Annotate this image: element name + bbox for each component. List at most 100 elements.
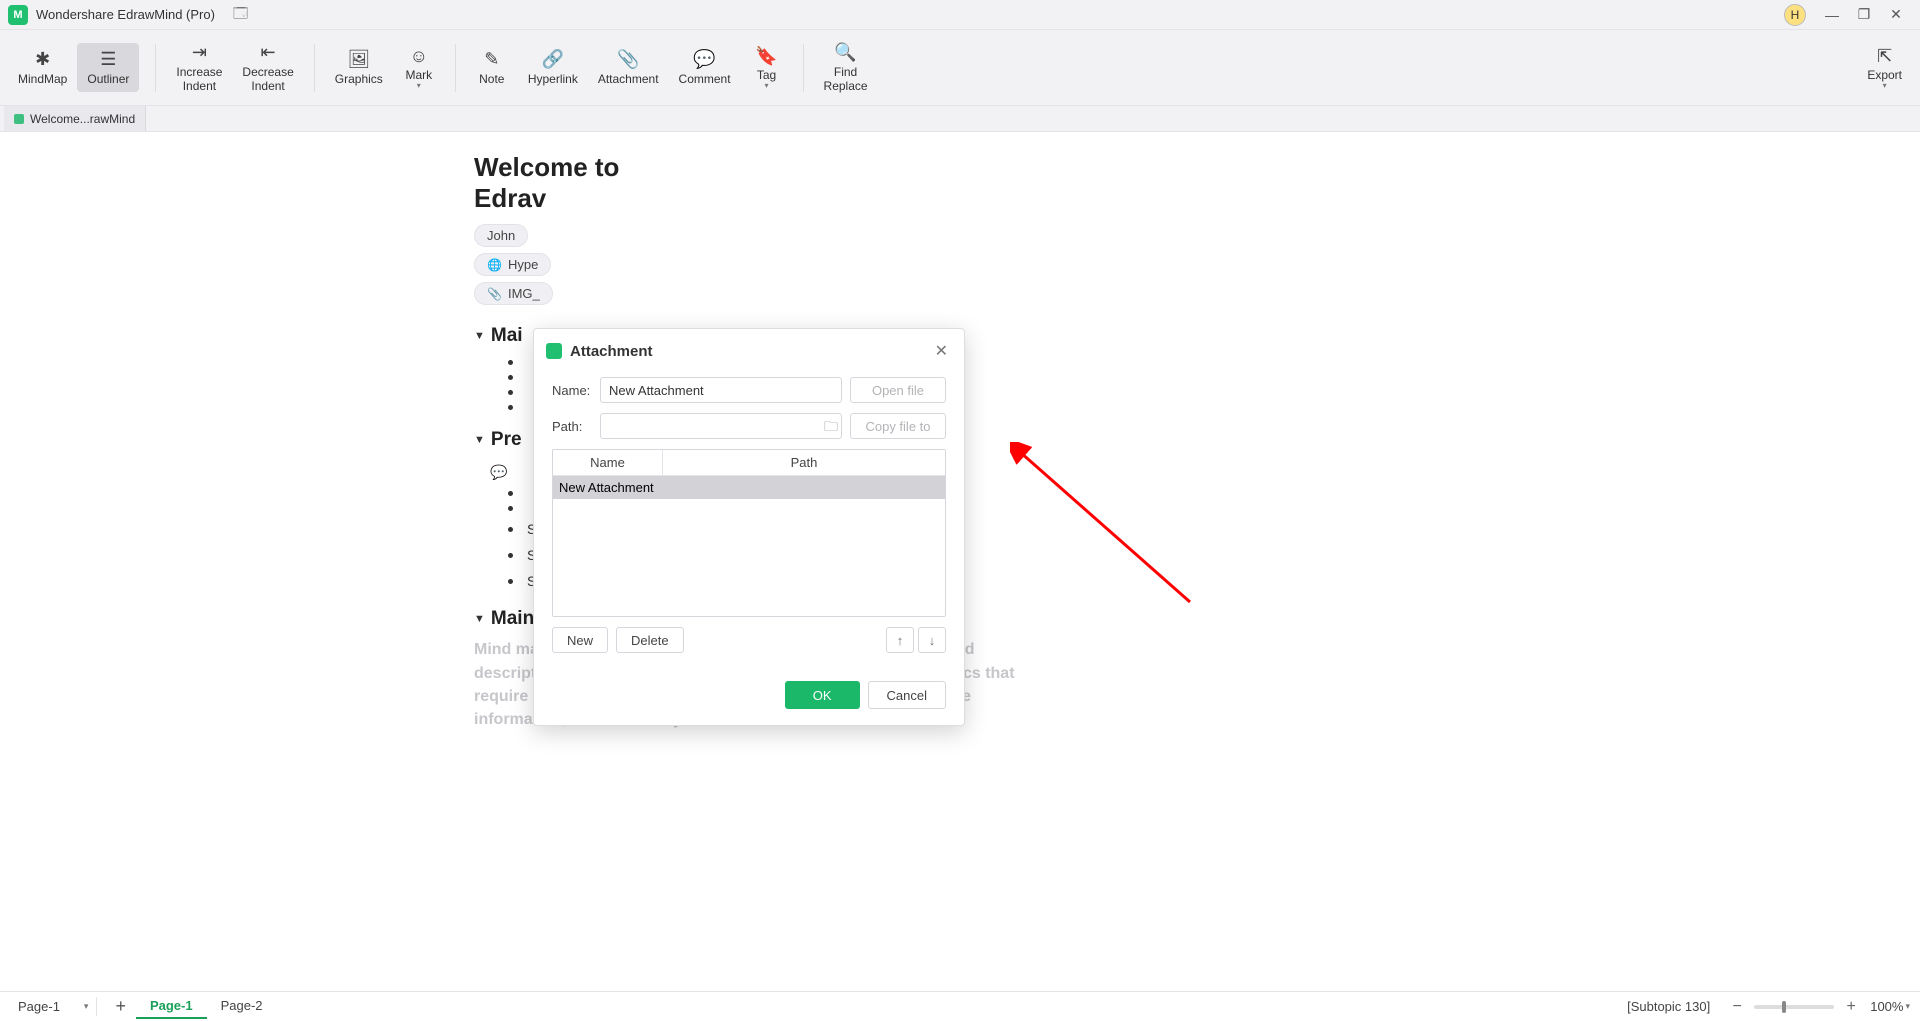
hyperlink-button[interactable]: 🔗 Hyperlink — [518, 43, 588, 93]
zoom-in-button[interactable]: + — [1840, 998, 1862, 1016]
table-row[interactable]: New Attachment — [553, 476, 945, 499]
note-label: Note — [479, 73, 504, 87]
separator — [803, 44, 804, 92]
mindmap-view-button[interactable]: ✱ MindMap — [8, 43, 77, 93]
add-page-button[interactable]: + — [105, 996, 136, 1017]
dialog-footer: OK Cancel — [534, 667, 964, 725]
comment-sub-icon: 💬 — [490, 464, 507, 481]
document-tab[interactable]: Welcome...rawMind — [4, 106, 146, 131]
dialog-titlebar: Attachment ✕ — [534, 329, 964, 373]
move-up-button[interactable]: ↑ — [886, 627, 914, 653]
zoom-out-button[interactable]: − — [1726, 998, 1748, 1016]
document-icon — [14, 114, 24, 124]
user-avatar[interactable]: H — [1784, 4, 1806, 26]
graphics-icon: 🖼 — [347, 49, 370, 71]
dialog-close-button[interactable]: ✕ — [931, 339, 952, 363]
find-replace-button[interactable]: 🔍 Find Replace — [814, 36, 878, 100]
path-row: Path: 🗀 Copy file to — [552, 413, 946, 439]
outliner-view-button[interactable]: ☰ Outliner — [77, 43, 139, 93]
comment-button[interactable]: 💬 Comment — [669, 43, 741, 93]
zoom-percent[interactable]: 100% — [1870, 999, 1903, 1014]
export-button[interactable]: ⇱ Export ▾ — [1857, 39, 1912, 96]
chip-author[interactable]: John — [474, 224, 528, 247]
chevron-down-icon[interactable]: ▾ — [1905, 1001, 1910, 1012]
statusbar: Page-1 ▾ + Page-1 Page-2 [Subtopic 130] … — [0, 991, 1920, 1021]
move-down-button[interactable]: ↓ — [918, 627, 946, 653]
document-tab-label: Welcome...rawMind — [30, 112, 135, 126]
find-replace-label: Find Replace — [824, 66, 868, 94]
chevron-down-icon: ▾ — [765, 81, 769, 90]
globe-icon: 🌐 — [487, 258, 502, 272]
chevron-down-icon: ▾ — [417, 81, 421, 90]
mark-icon: ☺ — [410, 45, 428, 67]
attachment-icon: 📎 — [617, 49, 639, 71]
cell-path — [663, 476, 945, 499]
status-subtopic: [Subtopic 130] — [1627, 999, 1710, 1014]
table-header: Name Path — [553, 450, 945, 476]
canvas[interactable]: Welcome to Edrav John 🌐Hype 📎IMG_ ▼Mai ▼… — [0, 132, 1920, 991]
chevron-down-icon: ▾ — [1883, 81, 1887, 90]
chip-attachment[interactable]: 📎IMG_ — [474, 282, 553, 305]
paperclip-icon: 📎 — [487, 287, 502, 301]
mark-button[interactable]: ☺ Mark ▾ — [393, 39, 445, 96]
hyperlink-label: Hyperlink — [528, 73, 578, 87]
attachment-button[interactable]: 📎 Attachment — [588, 43, 669, 93]
column-path-header[interactable]: Path — [663, 450, 945, 475]
name-input[interactable] — [600, 377, 842, 403]
export-icon: ⇱ — [1877, 45, 1892, 67]
page-tab-1[interactable]: Page-1 — [136, 994, 207, 1019]
hyperlink-icon: 🔗 — [542, 49, 564, 71]
page-tab-2[interactable]: Page-2 — [207, 994, 277, 1019]
chevron-down-icon: ▾ — [84, 1001, 89, 1012]
comment-label: Comment — [679, 73, 731, 87]
increase-indent-icon: ⇥ — [192, 42, 207, 64]
window-close-icon[interactable]: ✕ — [1880, 1, 1912, 29]
copy-file-to-button[interactable]: Copy file to — [850, 413, 946, 439]
caret-down-icon[interactable]: ▼ — [474, 613, 485, 625]
table-buttons-row: New Delete ↑ ↓ — [552, 627, 946, 653]
save-icon[interactable]: 🗔 — [229, 1, 252, 29]
increase-indent-button[interactable]: ⇥ Increase Indent — [166, 36, 232, 100]
tag-button[interactable]: 🔖 Tag ▾ — [741, 39, 793, 96]
bullet-icon — [508, 375, 513, 380]
bullet-icon — [508, 553, 513, 558]
separator — [155, 44, 156, 92]
delete-button[interactable]: Delete — [616, 627, 684, 653]
titlebar: M Wondershare EdrawMind (Pro) 🗔 H — ❐ ✕ — [0, 0, 1920, 30]
document-title[interactable]: Welcome to Edrav — [474, 152, 1034, 214]
bullet-icon — [508, 390, 513, 395]
chip-hyperlink[interactable]: 🌐Hype — [474, 253, 551, 276]
zoom-slider[interactable] — [1754, 1005, 1834, 1009]
column-name-header[interactable]: Name — [553, 450, 663, 475]
ok-button[interactable]: OK — [785, 681, 860, 709]
window-minimize-icon[interactable]: — — [1816, 1, 1848, 29]
path-label: Path: — [552, 419, 600, 434]
bullet-icon — [508, 527, 513, 532]
decrease-indent-label: Decrease Indent — [242, 66, 293, 94]
find-icon: 🔍 — [834, 42, 856, 64]
increase-indent-label: Increase Indent — [176, 66, 222, 94]
attachment-dialog: Attachment ✕ Name: Open file Path: 🗀 Cop… — [533, 328, 965, 726]
open-file-button[interactable]: Open file — [850, 377, 946, 403]
cancel-button[interactable]: Cancel — [868, 681, 946, 709]
browse-folder-icon[interactable]: 🗀 — [824, 416, 838, 440]
graphics-button[interactable]: 🖼 Graphics — [325, 43, 393, 93]
window-restore-icon[interactable]: ❐ — [1848, 1, 1880, 29]
path-input[interactable] — [600, 413, 842, 439]
bullet-icon — [508, 405, 513, 410]
decrease-indent-icon: ⇤ — [261, 42, 276, 64]
app-logo-icon: M — [8, 5, 28, 25]
attachments-table: Name Path New Attachment — [552, 449, 946, 617]
arrow-annotation — [1010, 442, 1210, 642]
decrease-indent-button[interactable]: ⇤ Decrease Indent — [232, 36, 303, 100]
attachment-label: Attachment — [598, 73, 659, 87]
outliner-icon: ☰ — [100, 49, 116, 71]
dialog-body: Name: Open file Path: 🗀 Copy file to Nam… — [534, 373, 964, 667]
page-selector[interactable]: Page-1 ▾ — [10, 997, 97, 1016]
caret-down-icon[interactable]: ▼ — [474, 434, 485, 446]
note-button[interactable]: ✎ Note — [466, 43, 518, 93]
caret-down-icon[interactable]: ▼ — [474, 330, 485, 342]
mindmap-label: MindMap — [18, 73, 67, 87]
new-button[interactable]: New — [552, 627, 608, 653]
note-icon: ✎ — [484, 49, 499, 71]
